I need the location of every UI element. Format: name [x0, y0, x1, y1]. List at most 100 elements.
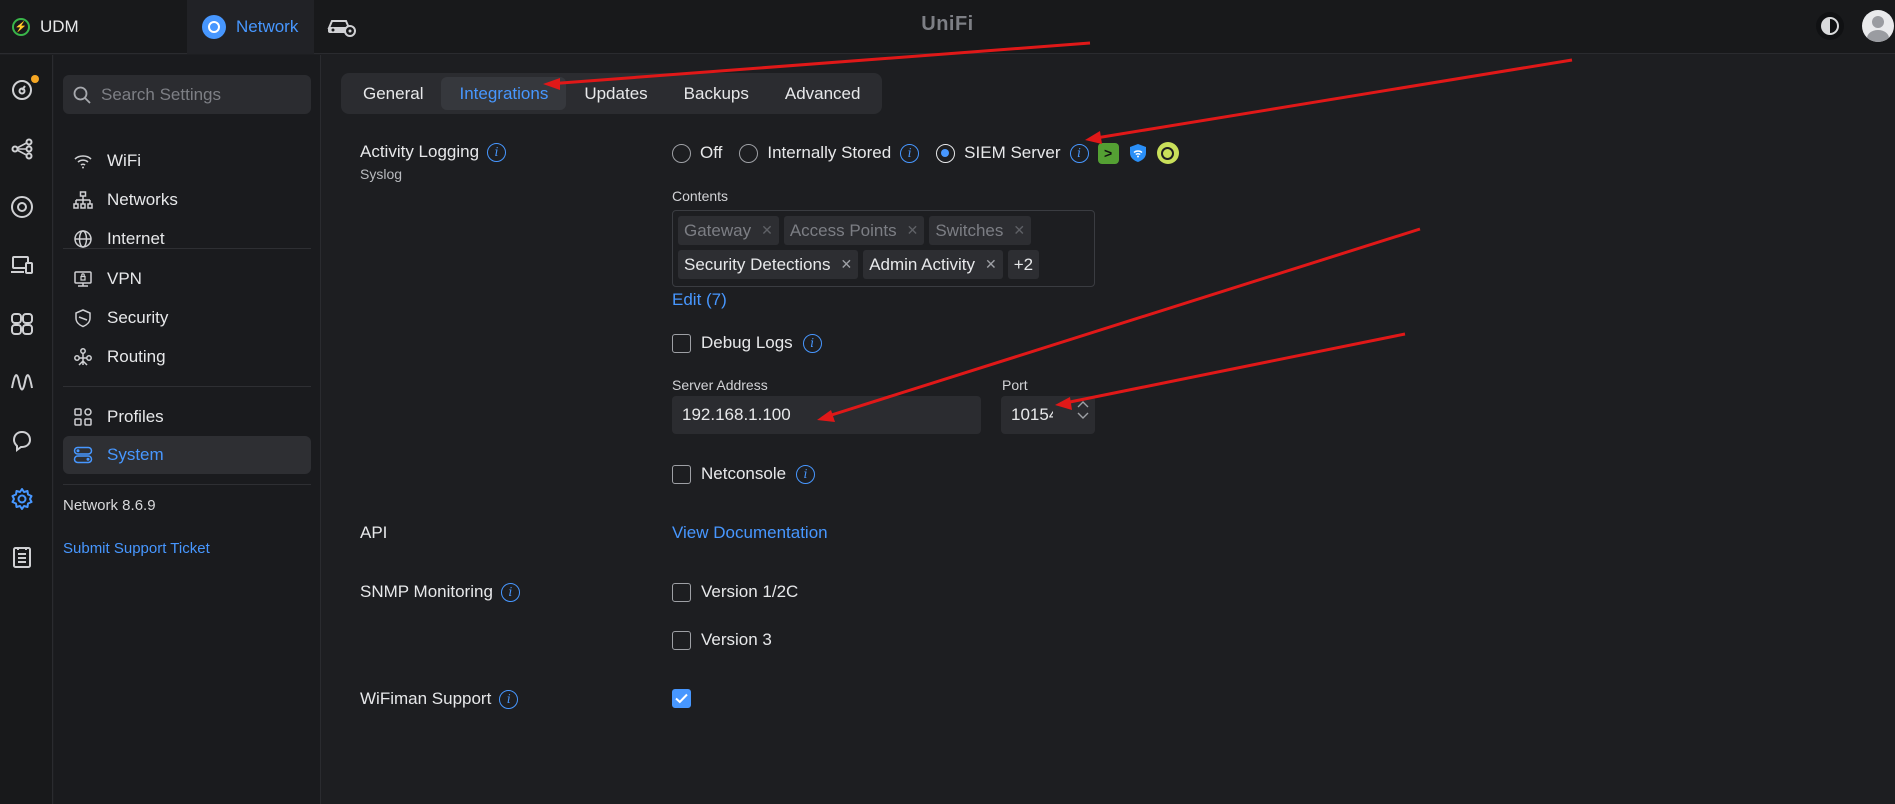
tab-backups[interactable]: Backups	[666, 77, 767, 110]
tab-advanced[interactable]: Advanced	[767, 77, 879, 110]
chip-more[interactable]: +2	[1007, 250, 1040, 279]
chip-admin-activity: Admin Activity ✕	[863, 250, 1003, 279]
logs-icon[interactable]	[9, 544, 35, 570]
radio-circle[interactable]	[936, 143, 956, 163]
notification-dot	[31, 75, 39, 83]
snmp-v3-checkbox[interactable]	[672, 630, 691, 650]
port-stepper[interactable]	[1077, 400, 1089, 420]
udm-tab[interactable]: ⚡ UDM	[0, 0, 187, 54]
chip-more-label: +2	[1013, 254, 1034, 274]
server-address-label: Server Address	[672, 377, 768, 393]
chevron-up-icon[interactable]	[1077, 400, 1089, 408]
support-ticket-link[interactable]: Submit Support Ticket	[63, 540, 210, 557]
sidebar-item-vpn[interactable]: VPN	[63, 260, 311, 298]
snmp-title: SNMP Monitoring	[360, 582, 493, 601]
system-icon	[73, 446, 93, 464]
info-icon[interactable]: i	[802, 333, 822, 353]
sidebar-item-label: WiFi	[107, 151, 141, 170]
debug-logs-row: Debug Logs i	[672, 333, 822, 353]
debug-logs-checkbox[interactable]	[672, 333, 691, 353]
chip-label: Security Detections	[684, 254, 831, 274]
apps-icon[interactable]	[9, 311, 35, 337]
info-icon[interactable]: i	[487, 142, 507, 162]
tab-integrations[interactable]: Integrations	[441, 77, 567, 110]
sidebar-item-label: Networks	[107, 190, 178, 209]
wifiman-row	[672, 689, 691, 708]
info-icon[interactable]: i	[500, 582, 520, 602]
settings-icon[interactable]	[9, 486, 35, 512]
dashboard-icon[interactable]	[9, 75, 39, 103]
annotation-arrow	[1059, 332, 1406, 406]
info-icon[interactable]: i	[499, 689, 519, 709]
wifiman-checkbox[interactable]	[672, 689, 691, 708]
devices-icon[interactable]	[9, 194, 35, 220]
chip-label: Switches	[935, 220, 1004, 240]
sidebar-item-networks[interactable]: Networks	[63, 181, 311, 219]
routing-icon	[74, 348, 92, 366]
tab-updates[interactable]: Updates	[566, 77, 665, 110]
close-icon: ✕	[1013, 222, 1026, 238]
alerts-icon[interactable]	[9, 428, 35, 454]
info-icon[interactable]: i	[796, 464, 816, 484]
theme-toggle-icon[interactable]	[1816, 12, 1844, 40]
debug-logs-label: Debug Logs	[701, 333, 793, 352]
search-input[interactable]	[101, 84, 291, 105]
wifiman-label: WiFiman Support i	[360, 689, 519, 709]
radio-siem-server[interactable]: SIEM Server i	[936, 143, 1089, 163]
contents-chips[interactable]: Gateway ✕ Access Points ✕ Switches ✕ Securi…	[672, 210, 1095, 287]
wifiman-title: WiFiman Support	[360, 689, 492, 708]
edit-contents-link[interactable]: Edit (7)	[672, 290, 727, 310]
network-app-icon	[202, 15, 226, 39]
port-label: Port	[1002, 377, 1028, 393]
close-icon[interactable]: ✕	[985, 256, 997, 273]
search-integration-icon	[1156, 142, 1179, 164]
close-icon: ✕	[906, 222, 919, 238]
sidebar-item-internet[interactable]: Internet	[63, 220, 311, 258]
close-icon[interactable]: ✕	[840, 256, 852, 273]
radio-off[interactable]: Off	[672, 143, 722, 163]
divider	[63, 484, 311, 485]
info-icon[interactable]: i	[1069, 143, 1089, 163]
port-value: 10154	[1011, 405, 1053, 424]
network-tab[interactable]: Network	[187, 0, 314, 54]
radio-label: Internally Stored	[767, 143, 892, 162]
tab-general[interactable]: General	[345, 77, 441, 110]
port-input[interactable]: 10154	[1001, 396, 1095, 434]
terminal-integration-icon: >	[1097, 142, 1119, 164]
netconsole-checkbox[interactable]	[672, 464, 691, 484]
avatar[interactable]	[1862, 10, 1894, 42]
device-settings-icon[interactable]	[326, 14, 356, 38]
sidebar-item-label: VPN	[107, 269, 142, 288]
topology-icon[interactable]	[9, 136, 35, 162]
top-bar: ⚡ UDM Network UniFi	[0, 0, 1895, 54]
syslog-sublabel: Syslog	[360, 166, 403, 182]
api-label: API	[360, 523, 387, 543]
sidebar-item-system[interactable]: System	[63, 436, 311, 474]
chip-label: Admin Activity	[869, 254, 975, 274]
sidebar-item-security[interactable]: Security	[63, 299, 311, 337]
clients-icon[interactable]	[9, 252, 35, 278]
snmp-v12c-checkbox[interactable]	[672, 582, 691, 602]
annotation-arrow	[1089, 58, 1573, 141]
chip-gateway: Gateway ✕	[678, 216, 779, 245]
search-box[interactable]	[63, 75, 311, 114]
sidebar-item-wifi[interactable]: WiFi	[63, 142, 311, 180]
netconsole-row: Netconsole i	[672, 464, 816, 484]
activity-logging-label: Activity Logging i	[360, 142, 507, 162]
globe-icon	[74, 230, 92, 248]
sidebar-item-label: System	[107, 445, 164, 464]
divider	[63, 248, 311, 249]
netconsole-label: Netconsole	[701, 464, 787, 483]
sidebar-item-profiles[interactable]: Profiles	[63, 398, 311, 436]
chevron-down-icon[interactable]	[1077, 412, 1089, 420]
info-icon[interactable]: i	[900, 143, 920, 163]
radio-internally-stored[interactable]: Internally Stored i	[739, 143, 920, 163]
sidebar-item-routing[interactable]: Routing	[63, 338, 311, 376]
insights-icon[interactable]	[9, 369, 35, 395]
close-icon: ✕	[761, 222, 773, 238]
radio-circle[interactable]	[672, 143, 691, 163]
view-documentation-link[interactable]: View Documentation	[672, 523, 828, 543]
chip-label: Access Points	[789, 220, 897, 240]
radio-circle[interactable]	[739, 143, 759, 163]
server-address-input[interactable]: 192.168.1.100	[672, 396, 981, 434]
